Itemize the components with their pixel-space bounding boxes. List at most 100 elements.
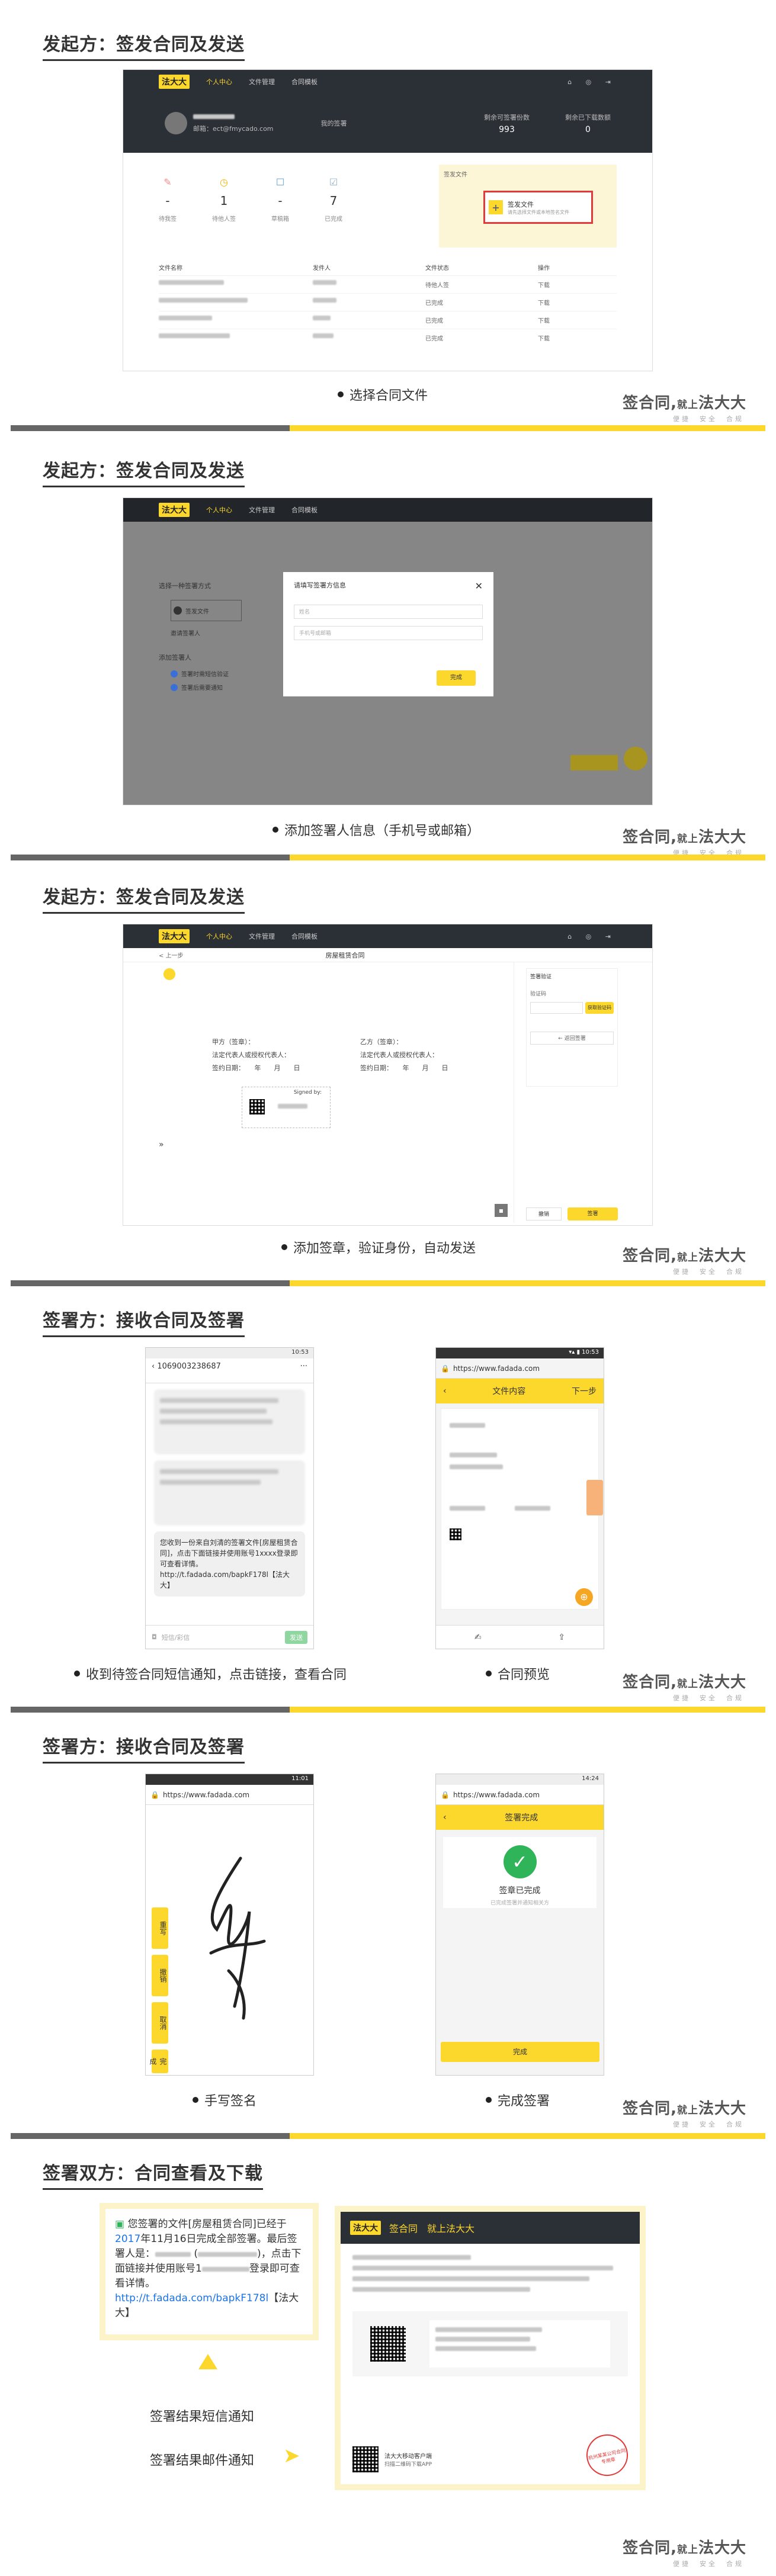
undo-button[interactable]: 撤销 (152, 1955, 168, 1996)
finish-sig-button[interactable]: 完成 (149, 2050, 168, 2073)
back-icon[interactable]: ‹ (443, 1386, 447, 1396)
counter-label: 已完成 (325, 216, 342, 223)
nav-files[interactable]: 文件管理 (249, 932, 275, 941)
topbar-icons[interactable]: ⌂ ◎ ⇥ (567, 933, 617, 940)
url-bar[interactable]: 🔒 https://www.fadada.com (436, 1358, 604, 1379)
caption-3: 添加签章，验证身份，自动发送 (281, 1238, 476, 1257)
url-text: https://www.fadada.com (453, 1364, 540, 1373)
sign-panel-back[interactable]: ← 返回签署 (530, 1032, 614, 1045)
seal-qr-icon (249, 1099, 265, 1114)
app-logo: 法大大 (159, 503, 190, 517)
table-row[interactable]: 已完成 下载 (159, 294, 617, 311)
brand-6: 签合同,就上法大大 便捷 安全 合规 (623, 2536, 746, 2568)
counter-pending-me[interactable]: ✎ - 待我签 (159, 176, 177, 248)
stat2-label: 剩余已下载数额 (565, 113, 611, 121)
party-b: 乙方（签章）： (360, 1038, 403, 1046)
signature-canvas[interactable] (146, 1805, 313, 2066)
sign-count-label: 我的签署 (320, 120, 347, 127)
counter-done[interactable]: ☑ 7 已完成 (325, 176, 342, 248)
get-code-button[interactable]: 获取验证码 (585, 1002, 614, 1014)
th-sender: 发件人 (313, 265, 331, 272)
modal-name-field[interactable]: 姓名 (294, 605, 483, 619)
sms-notice-text: 您收到一份来自刘清的签署文件[房屋租赁合同]，点击下面链接并使用账号1xxxx登… (160, 1538, 298, 1589)
row-download[interactable]: 下载 (538, 333, 550, 342)
avatar[interactable] (165, 112, 187, 134)
chat-icon[interactable] (624, 747, 647, 770)
sms-input-bar: ◘ 短信/彩信 发送 (146, 1625, 313, 1649)
page-badge (163, 968, 175, 980)
row-download[interactable]: 下载 (538, 298, 550, 307)
brand-small: 就上 (676, 833, 698, 845)
table-row[interactable]: 已完成 下载 (159, 329, 617, 346)
signature-stroke (209, 1856, 266, 2020)
sign-panel: 签署验证 验证码 获取验证码 ← 返回签署 (526, 968, 618, 1087)
camera-icon[interactable]: ◘ (152, 1633, 157, 1641)
url-bar[interactable]: 🔒 https://www.fadada.com (436, 1785, 604, 1805)
mail-qr-section (352, 2311, 628, 2376)
lock-icon: 🔒 (441, 1790, 450, 1799)
sms-send-button[interactable]: 发送 (285, 1630, 307, 1644)
dialog-option[interactable]: 签发文件 (171, 600, 242, 621)
row-status: 已完成 (425, 300, 443, 307)
row-download[interactable]: 下载 (538, 280, 550, 289)
back-link[interactable]: < 上一步 (159, 950, 184, 959)
sms-result-bubble: ▣ 您签署的文件[房屋租赁合同]已经于2017年11月16日完成全部签署。最后签… (105, 2209, 313, 2334)
counter-drafts[interactable]: ☐ - 草稿箱 (271, 176, 289, 248)
sign-button[interactable]: 签署 (567, 1207, 618, 1220)
phone-sms: 10:53 ‹ 1069003238687 ··· 您收到一份来自刘清的签署文件[… (145, 1347, 314, 1649)
complete-button[interactable]: 完成 (441, 2042, 599, 2062)
rewrite-button[interactable]: 重写 (152, 1907, 168, 1949)
counter-label: 草稿箱 (271, 216, 289, 223)
table-row[interactable]: 待他人签 下载 (159, 276, 617, 294)
brand-main: 签合同, (623, 2100, 677, 2118)
zoom-icon[interactable]: ⊕ (575, 1588, 593, 1606)
brand-5: 签合同,就上法大大 便捷 安全 合规 (623, 2096, 746, 2129)
back-icon[interactable]: ‹ (443, 1813, 447, 1822)
trash-icon[interactable]: ▪ (495, 1204, 508, 1217)
nav-personal[interactable]: 个人中心 (206, 77, 232, 86)
side-tools[interactable] (586, 1480, 603, 1515)
cancel-button[interactable]: 撤销 (526, 1207, 562, 1220)
sms-bubble-notice[interactable]: 您收到一份来自刘清的签署文件[房屋租赁合同]，点击下面链接并使用账号1xxxx登… (154, 1531, 305, 1597)
brand-sub: 便捷 安全 合规 (673, 2121, 744, 2128)
modal-confirm-button[interactable]: 完成 (437, 670, 476, 686)
nav-templates[interactable]: 合同模板 (291, 505, 318, 515)
sms-input[interactable]: 短信/彩信 (162, 1633, 280, 1642)
row-download[interactable]: 下载 (538, 316, 550, 325)
expand-icon[interactable]: » (159, 1140, 164, 1149)
modal-contact-field[interactable]: 手机号或邮箱 (294, 626, 483, 640)
doc-title: 房屋租赁合同 (325, 951, 365, 959)
code-input[interactable] (530, 1002, 583, 1014)
nav-files[interactable]: 文件管理 (249, 505, 275, 515)
cancel-sig-button[interactable]: 取消 (152, 2002, 168, 2044)
topbar-icons[interactable]: ⌂ ◎ ⇥ (567, 78, 617, 86)
close-icon[interactable]: ✕ (475, 580, 483, 592)
back-icon[interactable]: ‹ (152, 1362, 157, 1371)
section-divider (11, 2133, 765, 2139)
sign-tool-icon[interactable]: ✍ (474, 1633, 482, 1642)
stat2-value: 0 (585, 124, 591, 134)
nav-personal[interactable]: 个人中心 (206, 932, 232, 941)
status-bar: 10:53 (146, 1348, 313, 1358)
nav-files[interactable]: 文件管理 (249, 77, 275, 86)
result-link[interactable]: http://t.fadada.com/bapkF178l (115, 2292, 268, 2304)
url-bar[interactable]: 🔒 https://www.fadada.com (146, 1785, 313, 1805)
doc-next-button[interactable]: 下一步 (572, 1385, 597, 1397)
share-icon[interactable]: ⇪ (558, 1633, 565, 1642)
doc-page (441, 1408, 603, 1610)
upload-box[interactable]: + 签发文件 请先选择文件或本地签名文件 (483, 191, 593, 224)
table-row[interactable]: 已完成 下载 (159, 311, 617, 329)
section-title-3: 发起方：签发合同及发送 (43, 882, 245, 914)
section-divider (11, 855, 765, 860)
counter-pending-others[interactable]: ◷ 1 待他人签 (212, 176, 236, 248)
nav-templates[interactable]: 合同模板 (291, 77, 318, 86)
more-icon[interactable]: ··· (300, 1362, 307, 1379)
dialog-next-button[interactable] (570, 755, 618, 770)
status-time: 14:24 (582, 1775, 599, 1782)
signature-block[interactable]: Signed by: (242, 1087, 331, 1128)
signer-modal: 请填写签署方信息 ✕ 姓名 手机号或邮箱 完成 (283, 572, 493, 696)
nav-personal[interactable]: 个人中心 (206, 505, 232, 515)
dialog-check-2-label: 签署后需要通知 (181, 685, 223, 692)
nav-templates[interactable]: 合同模板 (291, 932, 318, 941)
counter-label: 待我签 (159, 216, 177, 223)
